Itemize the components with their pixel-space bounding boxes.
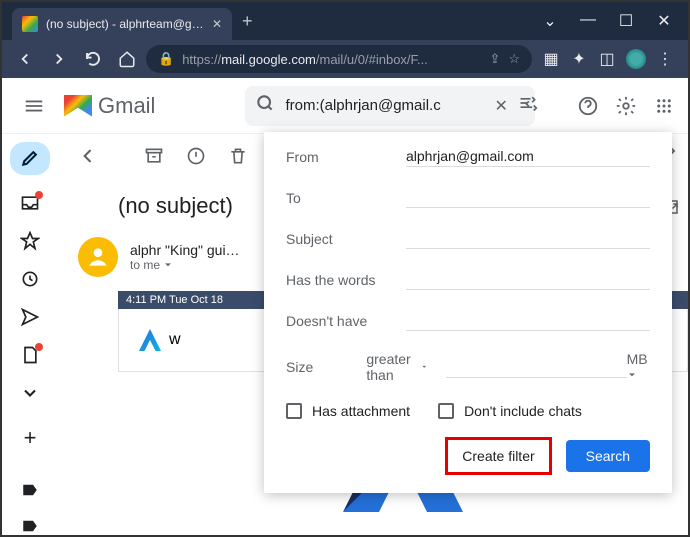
create-filter-button[interactable]: Create filter bbox=[445, 437, 551, 475]
checkbox-icon bbox=[438, 403, 454, 419]
profile-avatar-icon[interactable] bbox=[626, 49, 646, 69]
search-button[interactable]: Search bbox=[566, 440, 650, 472]
search-box[interactable]: ✕ bbox=[245, 86, 535, 126]
new-tab-button[interactable]: + bbox=[242, 11, 253, 32]
search-options-icon[interactable] bbox=[518, 93, 538, 118]
tab-title: (no subject) - alphrteam@gmail.… bbox=[46, 17, 204, 31]
gmail-wordmark: Gmail bbox=[98, 93, 155, 119]
filter-size-label: Size bbox=[286, 359, 366, 375]
archive-icon[interactable] bbox=[144, 146, 164, 171]
dropdown-arrow-icon bbox=[627, 370, 637, 380]
recipient-line[interactable]: to me bbox=[130, 258, 240, 272]
gmail-header: Gmail ✕ bbox=[2, 78, 688, 134]
label-icon[interactable] bbox=[19, 481, 41, 499]
home-icon[interactable] bbox=[112, 44, 142, 74]
expand-recipients-icon[interactable] bbox=[163, 260, 173, 270]
compose-button[interactable] bbox=[10, 142, 50, 175]
sender-name: alphr "King" gui… bbox=[130, 242, 240, 258]
search-input[interactable] bbox=[285, 97, 484, 114]
has-attachment-checkbox[interactable]: Has attachment bbox=[286, 403, 410, 419]
url-text: https://mail.google.com/mail/u/0/#inbox/… bbox=[182, 52, 481, 67]
help-icon[interactable] bbox=[576, 94, 600, 118]
browser-tab[interactable]: (no subject) - alphrteam@gmail.… ✕ bbox=[12, 8, 232, 40]
clear-search-icon[interactable]: ✕ bbox=[494, 96, 507, 116]
chevron-down-icon[interactable]: ⌄ bbox=[542, 11, 558, 31]
share-icon[interactable]: ⇪ bbox=[489, 51, 500, 67]
header-right bbox=[576, 94, 676, 118]
extension-icon[interactable]: ▦ bbox=[542, 50, 560, 68]
snoozed-icon[interactable] bbox=[19, 269, 41, 289]
filter-size-operator[interactable]: greater than bbox=[366, 351, 427, 383]
lock-icon: 🔒 bbox=[158, 51, 174, 67]
reload-icon[interactable] bbox=[78, 44, 108, 74]
inbox-icon[interactable] bbox=[19, 193, 41, 213]
address-bar[interactable]: 🔒 https://mail.google.com/mail/u/0/#inbo… bbox=[146, 45, 532, 73]
search-filter-panel: From To Subject Has the words Doesn't ha… bbox=[264, 132, 672, 493]
window-controls: ⌄ — ☐ ✕ bbox=[542, 11, 688, 31]
filter-doesnthave-input[interactable] bbox=[406, 310, 650, 331]
settings-gear-icon[interactable] bbox=[614, 94, 638, 118]
filter-subject-input[interactable] bbox=[406, 228, 650, 249]
maximize-icon[interactable]: ☐ bbox=[618, 11, 634, 31]
starred-icon[interactable] bbox=[19, 231, 41, 251]
browser-toolbar: 🔒 https://mail.google.com/mail/u/0/#inbo… bbox=[2, 40, 688, 78]
dropdown-arrow-icon bbox=[421, 362, 427, 372]
side-panel-icon[interactable]: ◫ bbox=[598, 50, 616, 68]
extension-icons: ▦ ✦ ◫ ⋮ bbox=[536, 49, 680, 69]
menu-icon[interactable] bbox=[14, 86, 54, 126]
filter-subject-label: Subject bbox=[286, 231, 406, 247]
more-nav-icon[interactable] bbox=[19, 383, 41, 403]
close-window-icon[interactable]: ✕ bbox=[656, 11, 672, 31]
filter-haswords-label: Has the words bbox=[286, 272, 406, 288]
filter-haswords-input[interactable] bbox=[406, 269, 650, 290]
gmail-logo[interactable]: Gmail bbox=[64, 93, 155, 119]
alphr-logo-icon bbox=[139, 329, 161, 351]
extensions-puzzle-icon[interactable]: ✦ bbox=[570, 50, 588, 68]
minimize-icon[interactable]: — bbox=[580, 11, 596, 31]
more-icon[interactable]: ⋮ bbox=[656, 50, 674, 68]
add-label-icon[interactable]: + bbox=[19, 427, 41, 449]
gmail-m-icon bbox=[64, 95, 92, 117]
filter-to-label: To bbox=[286, 190, 406, 206]
apps-grid-icon[interactable] bbox=[652, 94, 676, 118]
back-to-inbox-icon[interactable] bbox=[78, 146, 98, 171]
forward-icon[interactable] bbox=[44, 44, 74, 74]
filter-size-input[interactable] bbox=[446, 357, 627, 378]
card-text: w bbox=[169, 331, 181, 349]
dont-include-chats-checkbox[interactable]: Don't include chats bbox=[438, 403, 582, 419]
drafts-icon[interactable] bbox=[19, 345, 41, 365]
filter-to-input[interactable] bbox=[406, 187, 650, 208]
browser-titlebar: (no subject) - alphrteam@gmail.… ✕ + ⌄ —… bbox=[2, 2, 688, 40]
report-spam-icon[interactable] bbox=[186, 146, 206, 171]
filter-from-input[interactable] bbox=[406, 146, 650, 167]
label-icon-2[interactable] bbox=[19, 517, 41, 535]
delete-icon[interactable] bbox=[228, 146, 248, 171]
filter-doesnthave-label: Doesn't have bbox=[286, 313, 406, 329]
back-icon[interactable] bbox=[10, 44, 40, 74]
gmail-favicon bbox=[22, 16, 38, 32]
sender-avatar[interactable] bbox=[78, 237, 118, 277]
filter-from-label: From bbox=[286, 149, 406, 165]
close-tab-icon[interactable]: ✕ bbox=[212, 17, 222, 31]
checkbox-icon bbox=[286, 403, 302, 419]
left-rail: + bbox=[2, 134, 58, 535]
filter-size-unit[interactable]: MB bbox=[627, 351, 650, 383]
star-icon[interactable]: ☆ bbox=[508, 51, 520, 67]
sent-icon[interactable] bbox=[19, 307, 41, 327]
search-icon[interactable] bbox=[255, 93, 275, 118]
